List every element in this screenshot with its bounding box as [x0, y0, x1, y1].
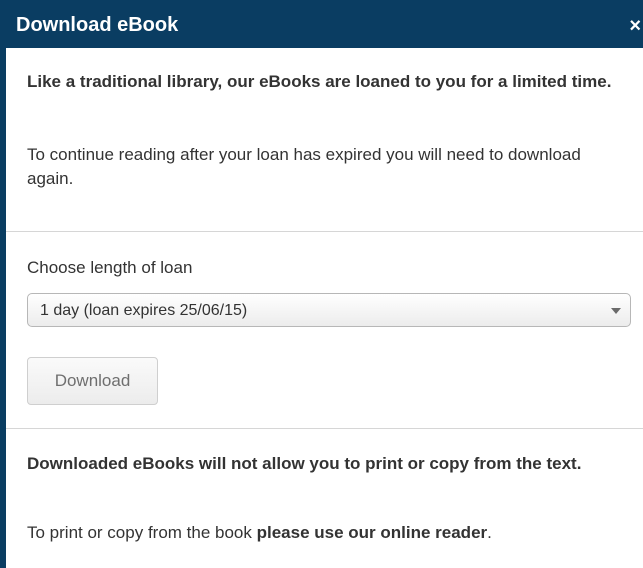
notice-text-prefix: To print or copy from the book: [27, 523, 257, 542]
loan-info-text: To continue reading after your loan has …: [27, 145, 581, 188]
print-copy-notice-text: To print or copy from the book please us…: [27, 521, 617, 545]
loan-length-label: Choose length of loan: [27, 258, 193, 277]
print-copy-notice-heading: Downloaded eBooks will not allow you to …: [27, 454, 582, 473]
close-icon[interactable]: ×: [629, 0, 641, 52]
download-ebook-dialog: Download eBook × Like a traditional libr…: [0, 0, 643, 568]
online-reader-emphasis: please use our online reader: [256, 523, 488, 542]
loan-length-select[interactable]: 1 day (loan expires 25/06/15): [27, 293, 631, 327]
section-divider: [6, 428, 643, 429]
dialog-title: Download eBook: [16, 14, 179, 36]
loan-info-heading: Like a traditional library, our eBooks a…: [27, 72, 612, 91]
chevron-down-icon: [611, 308, 621, 314]
notice-text-suffix: .: [487, 523, 492, 542]
dialog-header: Download eBook ×: [6, 0, 643, 48]
section-divider: [6, 231, 643, 232]
download-button[interactable]: Download: [27, 357, 158, 405]
loan-length-value: 1 day (loan expires 25/06/15): [40, 302, 248, 319]
